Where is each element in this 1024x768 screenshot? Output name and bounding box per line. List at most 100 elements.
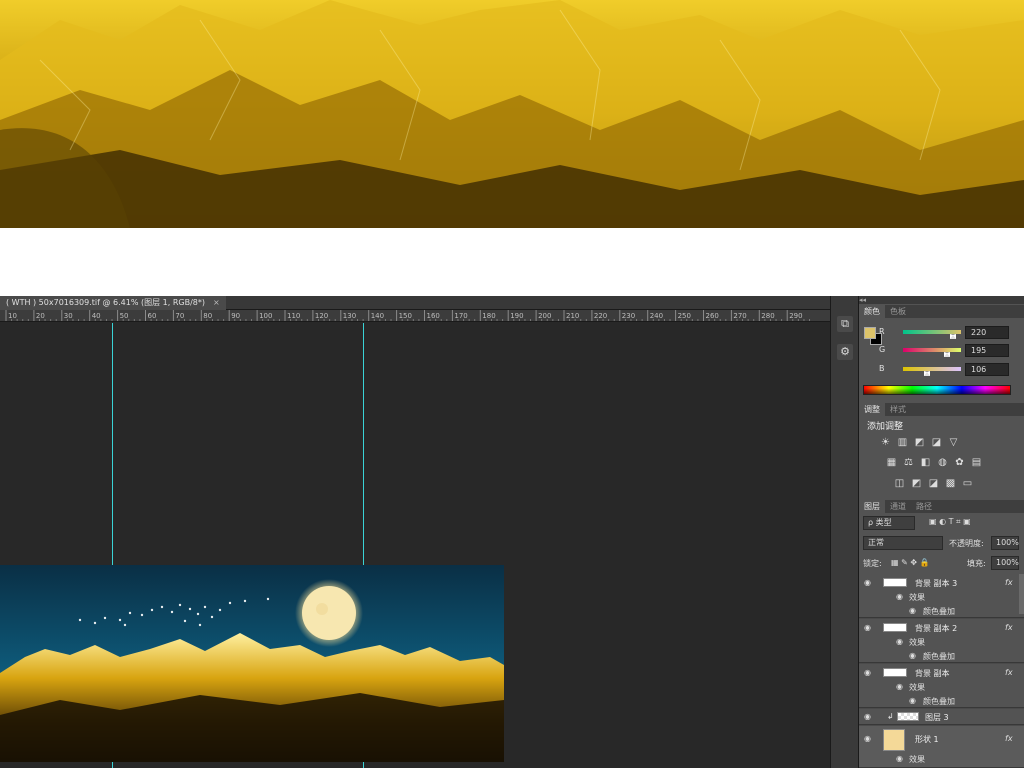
eye-icon[interactable]: ◉	[896, 592, 903, 601]
adjustments-panel-tabs: 调整 样式	[859, 403, 1024, 416]
eye-icon[interactable]: ◉	[896, 682, 903, 691]
ruler-tick-label: 290	[789, 312, 802, 320]
tab-channels[interactable]: 通道	[885, 500, 911, 513]
properties-icon[interactable]: ⚙	[837, 344, 853, 360]
eye-icon[interactable]: ◉	[864, 712, 871, 721]
tab-styles[interactable]: 样式	[885, 403, 911, 416]
levels-icon[interactable]: ▥	[896, 437, 909, 449]
sun-icon[interactable]: ☀	[879, 437, 892, 449]
effect-item: 颜色叠加	[923, 697, 955, 706]
opacity-field[interactable]: 100%	[991, 536, 1019, 550]
ruler-tick-label: 150	[399, 312, 412, 320]
layer-row[interactable]: ◉ 形状 1 fx ◉ 效果	[859, 726, 1024, 768]
collapse-panels-icon[interactable]: ◂◂	[859, 296, 1024, 304]
fill-field[interactable]: 100%	[991, 556, 1019, 570]
layer-name: 形状 1	[915, 735, 939, 744]
history-icon[interactable]: ⧉	[837, 316, 853, 332]
effects-label: 效果	[909, 593, 925, 602]
canvas-area[interactable]	[0, 323, 830, 768]
fx-icon[interactable]: fx	[1005, 668, 1013, 677]
tab-paths[interactable]: 路径	[911, 500, 937, 513]
eye-icon[interactable]: ◉	[864, 578, 871, 587]
eye-icon[interactable]: ◉	[909, 606, 916, 615]
filter-icons[interactable]: ▣ ◐ T ⌗ ▣	[929, 517, 971, 527]
effects-label: 效果	[909, 755, 925, 764]
tab-adjustments[interactable]: 调整	[859, 403, 885, 416]
slider-thumb[interactable]	[944, 352, 951, 357]
layer-thumbnail	[883, 623, 907, 632]
layer-row[interactable]: ◉ 背景 副本 fx ◉ 效果 ◉ 颜色叠加	[859, 664, 1024, 708]
tab-swatches[interactable]: 色板	[885, 305, 911, 318]
opacity-label: 不透明度:	[949, 539, 984, 548]
ruler-tick-label: 140	[371, 312, 384, 320]
exposure-icon[interactable]: ◪	[930, 437, 943, 449]
triangle-icon[interactable]: ▽	[947, 437, 960, 449]
effect-item: 颜色叠加	[923, 607, 955, 616]
selective-color-icon[interactable]: ▩	[944, 478, 957, 490]
bw-icon[interactable]: ◧	[919, 457, 932, 469]
layers-scrollbar[interactable]	[1019, 574, 1024, 614]
eye-icon[interactable]: ◉	[864, 623, 871, 632]
ruler-tick-label: 230	[622, 312, 635, 320]
blue-value-field[interactable]: 106	[965, 363, 1009, 376]
layer-row[interactable]: ◉ 背景 副本 2 fx ◉ 效果 ◉ 颜色叠加	[859, 619, 1024, 663]
eye-icon[interactable]: ◉	[909, 651, 916, 660]
lock-icons[interactable]: ▦ ✎ ✥ 🔒	[891, 558, 930, 567]
green-channel-slider[interactable]: G 195	[879, 344, 1024, 358]
layer-row[interactable]: ◉ 背景 副本 3 fx ◉ 效果 ◉ 颜色叠加	[859, 574, 1024, 618]
document-tab[interactable]: ( WTH ) 50x7016309.tif @ 6.41% (图层 1, RG…	[0, 296, 226, 310]
slider-thumb[interactable]	[949, 334, 956, 339]
eye-icon[interactable]: ◉	[864, 668, 871, 677]
tab-layers[interactable]: 图层	[859, 500, 885, 513]
panel-tool-strip: ⧉ ⚙	[830, 296, 858, 768]
fx-icon[interactable]: fx	[1005, 734, 1013, 743]
tab-color[interactable]: 颜色	[859, 305, 885, 318]
fx-icon[interactable]: fx	[1005, 623, 1013, 632]
document-tab-title: ( WTH ) 50x7016309.tif @ 6.41% (图层 1, RG…	[6, 298, 205, 307]
posterize-icon[interactable]: ◩	[910, 478, 923, 490]
red-value-field[interactable]: 220	[965, 326, 1009, 339]
eye-icon[interactable]: ◉	[896, 637, 903, 646]
foreground-color-swatch[interactable]	[864, 327, 876, 339]
color-spectrum-bar[interactable]	[863, 385, 1011, 395]
layer-filter-select[interactable]: ρ 类型	[863, 516, 915, 530]
layer-row[interactable]: ◉ ↲ 图层 3	[859, 709, 1024, 725]
channel-mixer-icon[interactable]: ✿	[953, 457, 966, 469]
layer-thumbnail	[883, 668, 907, 677]
gradient-map-icon[interactable]: ▭	[961, 478, 974, 490]
eye-icon[interactable]: ◉	[896, 754, 903, 763]
slider-thumb[interactable]	[924, 371, 931, 376]
balance-icon[interactable]: ⚖	[902, 457, 915, 469]
ruler-tick-label: 70	[175, 312, 184, 320]
document-artwork[interactable]	[0, 565, 504, 762]
white-gap	[0, 228, 1024, 296]
eye-icon[interactable]: ◉	[909, 696, 916, 705]
effect-item: 颜色叠加	[923, 652, 955, 661]
ruler-tick-label: 80	[203, 312, 212, 320]
adjustments-row-2: ▦ ⚖ ◧ ◍ ✿ ▤	[885, 457, 1024, 469]
eye-icon[interactable]: ◉	[864, 734, 871, 743]
invert-icon[interactable]: ◫	[893, 478, 906, 490]
ruler-tick-label: 30	[64, 312, 73, 320]
layer-name: 背景 副本	[915, 669, 950, 678]
fx-icon[interactable]: fx	[1005, 578, 1013, 587]
panel-column: ◂◂ 颜色 色板 R 220 G 195 B 106 调整 样式 添加调整 ☀ …	[858, 296, 1024, 768]
ruler-tick-label: 180	[482, 312, 495, 320]
blue-channel-slider[interactable]: B 106	[879, 363, 1024, 377]
blend-mode-select[interactable]: 正常	[863, 536, 943, 550]
photo-filter-icon[interactable]: ◍	[936, 457, 949, 469]
fill-label: 填充:	[967, 559, 986, 568]
vibrance-icon[interactable]: ▦	[885, 457, 898, 469]
close-icon[interactable]: ×	[213, 296, 220, 310]
green-value-field[interactable]: 195	[965, 344, 1009, 357]
threshold-icon[interactable]: ◪	[927, 478, 940, 490]
layer-thumbnail	[883, 578, 907, 587]
red-channel-slider[interactable]: R 220	[879, 326, 1024, 340]
curves-icon[interactable]: ◩	[913, 437, 926, 449]
slider-track[interactable]	[903, 348, 961, 352]
lookup-icon[interactable]: ▤	[970, 457, 983, 469]
ruler-tick-label: 90	[231, 312, 240, 320]
slider-track[interactable]	[903, 367, 961, 371]
moon-mountain-artwork	[0, 565, 504, 762]
channel-label: B	[879, 364, 885, 373]
